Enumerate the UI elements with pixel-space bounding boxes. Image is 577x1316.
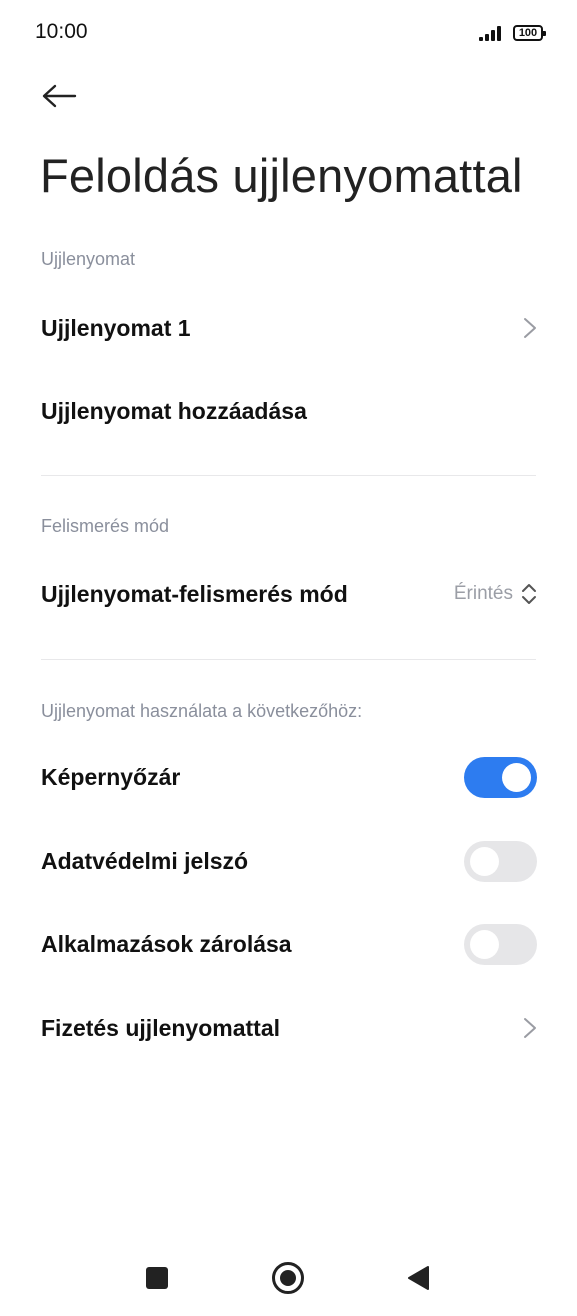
battery-level: 100 bbox=[518, 27, 538, 39]
app-lock-toggle[interactable] bbox=[464, 923, 537, 965]
section-label-recognition: Felismerés mód bbox=[41, 516, 170, 536]
privacy-password-row[interactable]: Adatvédelmi jelszó bbox=[0, 825, 577, 897]
app-lock-label: Alkalmazások zárolása bbox=[41, 930, 292, 957]
privacy-password-label: Adatvédelmi jelszó bbox=[41, 847, 249, 874]
section-label-fingerprints: Ujjlenyomat bbox=[41, 249, 136, 269]
navigation-bar bbox=[0, 1236, 577, 1316]
add-fingerprint-row[interactable]: Ujjlenyomat hozzáadása bbox=[0, 375, 577, 447]
status-time: 10:00 bbox=[35, 20, 88, 43]
page-title: Feloldás ujjlenyomattal bbox=[40, 149, 523, 202]
chevron-up-down-icon bbox=[522, 584, 536, 604]
screen-lock-toggle[interactable] bbox=[464, 756, 537, 798]
toggle-knob bbox=[470, 929, 499, 959]
fingerprint-payment-row[interactable]: Fizetés ujjlenyomattal bbox=[0, 992, 577, 1064]
recognition-mode-value: Érintés bbox=[453, 583, 513, 604]
toggle-knob bbox=[502, 762, 531, 792]
recognition-mode-row[interactable]: Ujjlenyomat-felismerés mód Érintés bbox=[0, 558, 577, 630]
toggle-knob bbox=[470, 846, 499, 876]
screen-lock-row[interactable]: Képernyőzár bbox=[0, 741, 577, 813]
chevron-right-icon bbox=[524, 1018, 536, 1038]
fingerprint-payment-label: Fizetés ujjlenyomattal bbox=[41, 1014, 281, 1041]
divider bbox=[41, 659, 536, 660]
square-icon[interactable] bbox=[146, 1267, 168, 1289]
status-icons: 100 bbox=[479, 22, 546, 44]
home-circle-icon[interactable] bbox=[271, 1261, 305, 1295]
arrow-left-icon bbox=[42, 84, 77, 108]
app-lock-row[interactable]: Alkalmazások zárolása bbox=[0, 908, 577, 980]
triangle-back-icon[interactable] bbox=[406, 1265, 430, 1291]
screen-lock-label: Képernyőzár bbox=[41, 763, 181, 790]
back-button[interactable] bbox=[38, 78, 80, 114]
section-label-usage: Ujjlenyomat használata a következőhöz: bbox=[41, 701, 363, 721]
fingerprint-1-row[interactable]: Ujjlenyomat 1 bbox=[0, 292, 577, 364]
battery-icon: 100 bbox=[513, 25, 546, 41]
divider bbox=[41, 475, 536, 476]
privacy-password-toggle[interactable] bbox=[464, 840, 537, 882]
chevron-right-icon bbox=[524, 318, 536, 338]
fingerprint-1-label: Ujjlenyomat 1 bbox=[41, 314, 191, 341]
recognition-mode-label: Ujjlenyomat-felismerés mód bbox=[41, 580, 348, 607]
status-bar: 10:00 100 bbox=[0, 0, 577, 64]
add-fingerprint-label: Ujjlenyomat hozzáadása bbox=[41, 397, 307, 424]
signal-icon bbox=[479, 25, 507, 41]
